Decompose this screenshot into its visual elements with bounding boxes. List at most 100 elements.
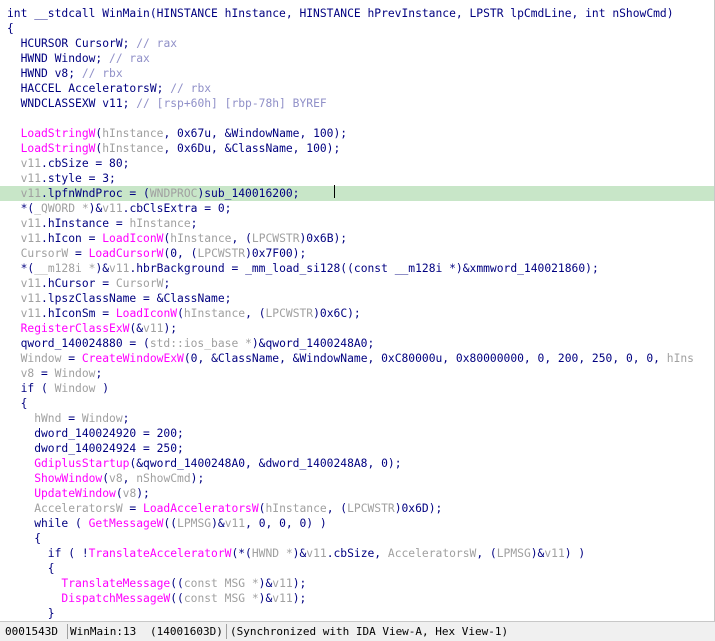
code-token: = [61, 412, 82, 425]
code-token: ); [136, 487, 150, 500]
code-token: hInstance [102, 127, 164, 140]
code-token: , ( [326, 502, 348, 515]
code-token: if ( [7, 382, 55, 395]
code-line[interactable]: v11.hIcon = LoadIconW(hInstance, (LPCWST… [7, 231, 348, 246]
code-line[interactable]: v8 = Window; [7, 366, 103, 381]
code-token: (& [129, 322, 144, 335]
code-line[interactable]: v11.style = 3; [7, 171, 116, 186]
code-line[interactable]: HWND v8; // rbx [7, 66, 123, 81]
code-line[interactable]: if ( Window ) [7, 381, 109, 396]
code-token: if ( ! [7, 547, 89, 560]
code-token: v11 [7, 292, 42, 305]
code-token: ) [95, 382, 110, 395]
code-token: hInstance [102, 142, 164, 155]
code-line[interactable]: CursorW = LoadCursorW(0, (LPCWSTR)0x7F00… [7, 246, 307, 261]
code-token: hInstance [170, 232, 232, 245]
code-token: GdiplusStartup [7, 457, 130, 470]
code-line[interactable]: RegisterClassExW(&v11); [7, 321, 177, 336]
code-token: )&qword_1400248A0; [251, 337, 375, 350]
code-token: ); [190, 472, 205, 485]
code-token: )0x6D); [394, 502, 443, 515]
code-line[interactable]: { [7, 561, 55, 576]
code-line[interactable]: GdiplusStartup(&qword_1400248A0, &dword_… [7, 456, 401, 471]
code-token: LPCWSTR [251, 232, 300, 245]
code-token: v11 [7, 232, 42, 245]
code-token: HWND * [251, 547, 293, 560]
code-line[interactable]: while ( GetMessageW((LPMSG)&v11, 0, 0, 0… [7, 516, 327, 531]
code-line[interactable]: DispatchMessageW((const MSG *)&v11); [7, 591, 306, 606]
code-line[interactable]: Window = CreateWindowExW(0, &ClassName, … [7, 351, 694, 366]
code-line[interactable]: hWnd = Window; [7, 411, 129, 426]
code-line[interactable]: LoadStringW(hInstance, 0x67u, &WindowNam… [7, 126, 348, 141]
code-line[interactable]: v11.cbSize = 80; [7, 156, 130, 171]
code-token: _QWORD * [34, 202, 89, 215]
pseudocode-view[interactable]: int __stdcall WinMain(HINSTANCE hInstanc… [0, 0, 715, 621]
code-line-highlighted[interactable]: v11.lpfnWndProc = (WNDPROC)sub_140016200… [0, 186, 715, 201]
code-token: )0x6C); [313, 307, 361, 320]
status-address: 0001543D [5, 625, 58, 638]
code-token: GetMessageW [88, 517, 164, 530]
code-line[interactable]: HWND Window; // rax [7, 51, 150, 66]
code-token: LPMSG [177, 517, 212, 530]
code-line[interactable]: AcceleratorsW = LoadAcceleratorsW(hInsta… [7, 501, 442, 516]
code-token: v11 [272, 592, 293, 605]
code-line[interactable]: ShowWindow(v8, nShowCmd); [7, 471, 204, 486]
code-line[interactable]: HACCEL AcceleratorsW; // rbx [7, 81, 211, 96]
code-token: .hCursor = [41, 277, 116, 290]
code-token: , [122, 472, 137, 485]
code-token: .hIconSm = [41, 307, 116, 320]
code-token: Window [54, 382, 96, 395]
code-token: v11 [102, 202, 123, 215]
code-token: LoadCursorW [88, 247, 164, 260]
status-location: WinMain:13 [70, 625, 137, 638]
code-line[interactable]: qword_140024880 = (std::ios_base *)&qwor… [7, 336, 375, 351]
code-token: v11 [224, 517, 246, 530]
code-token: AcceleratorsW [387, 547, 477, 560]
code-token: )0x7F00); [245, 247, 307, 260]
code-line[interactable]: UpdateWindow(v8); [7, 486, 150, 501]
code-token: v11 [143, 322, 164, 335]
code-token: )sub_140016200; [197, 187, 300, 200]
code-token: ( [115, 487, 123, 500]
code-token: LoadIconW [115, 307, 178, 320]
code-token: Window [81, 412, 123, 425]
code-token: LoadAcceleratorsW [143, 502, 259, 515]
code-line[interactable]: v11.lpszClassName = &ClassName; [7, 291, 232, 306]
code-token: = [61, 352, 82, 365]
code-line[interactable]: v11.hCursor = CursorW; [7, 276, 171, 291]
code-line[interactable]: dword_140024920 = 200; [7, 426, 184, 441]
code-line[interactable]: *(__m128i *)&v11.hbrBackground = _mm_loa… [7, 261, 599, 276]
code-line[interactable]: { [7, 531, 41, 546]
code-token: { [7, 562, 55, 575]
code-line[interactable]: dword_140024924 = 250; [7, 441, 184, 456]
code-line[interactable]: HCURSOR CursorW; // rax [7, 36, 177, 51]
code-line[interactable]: int __stdcall WinMain(HINSTANCE hInstanc… [7, 6, 674, 21]
code-token: .cbSize, [326, 547, 388, 560]
code-line[interactable]: } [7, 606, 55, 621]
code-line[interactable]: { [7, 396, 28, 411]
code-token: HWND v8; [7, 67, 82, 80]
code-token: WNDCLASSEXW v11; [7, 97, 137, 110]
code-line[interactable]: if ( !TranslateAcceleratorW(*(HWND *)&v1… [7, 546, 585, 561]
code-token: (0, &ClassName, &WindowName, 0xC80000u, … [183, 352, 667, 365]
code-token: ) ) [564, 547, 586, 560]
code-line[interactable]: v11.hInstance = hInstance; [7, 216, 198, 231]
code-token: .lpszClassName = &ClassName; [41, 292, 232, 305]
code-token: )& [258, 577, 273, 590]
code-token: // rbx [81, 67, 123, 80]
code-line[interactable]: *(_QWORD *)&v11.cbClsExtra = 0; [7, 201, 232, 216]
code-token: DispatchMessageW [7, 592, 171, 605]
code-line[interactable]: { [7, 21, 14, 36]
code-token: HWND Window; [7, 52, 110, 65]
code-line[interactable]: WNDCLASSEXW v11; // [rsp+60h] [rbp-78h] … [7, 96, 327, 111]
code-token: // rax [136, 37, 178, 50]
code-token: ); [292, 592, 307, 605]
code-token: v11 [7, 217, 42, 230]
code-token: , 0x67u, &WindowName, 100); [163, 127, 348, 140]
code-token: )& [211, 517, 225, 530]
code-line[interactable]: LoadStringW(hInstance, 0x6Du, &ClassName… [7, 141, 341, 156]
code-token: )& [530, 547, 545, 560]
status-ea: (14001603D) [150, 625, 223, 638]
code-line[interactable]: v11.hIconSm = LoadIconW(hInstance, (LPCW… [7, 306, 361, 321]
code-line[interactable]: TranslateMessage((const MSG *)&v11); [7, 576, 306, 591]
